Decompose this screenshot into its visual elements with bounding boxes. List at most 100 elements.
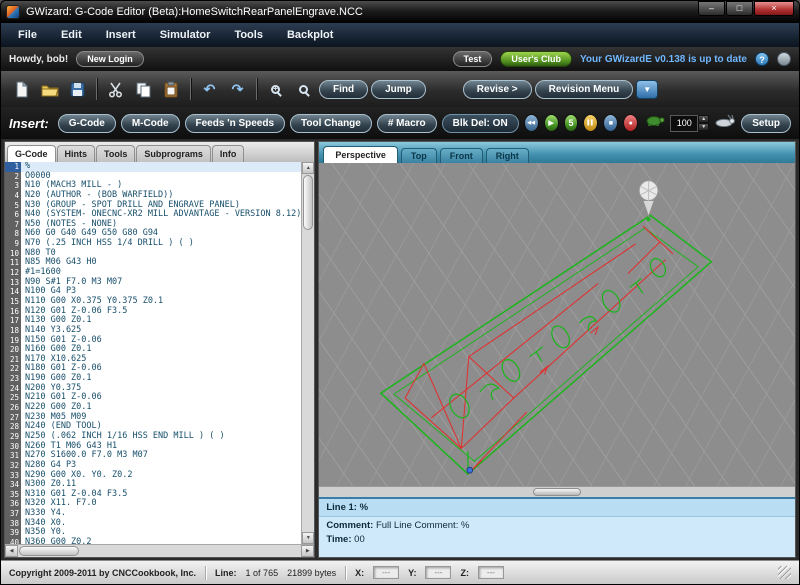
insert-gcode-button[interactable]: G-Code [58, 114, 116, 133]
line-number: 25 [5, 393, 21, 403]
tab-hints[interactable]: Hints [57, 145, 96, 162]
open-file-icon[interactable] [37, 77, 62, 102]
line-count-label: Line: [215, 568, 237, 578]
tab-tools[interactable]: Tools [96, 145, 135, 162]
speed-up-button[interactable]: ▲ [698, 115, 709, 123]
help-icon[interactable]: ? [755, 52, 769, 66]
pause-button[interactable]: ▌▌ [583, 114, 598, 132]
scroll-up-button[interactable]: ▲ [302, 162, 314, 174]
rewind-button[interactable]: ◀◀ [524, 114, 539, 132]
time-label: Time: [326, 534, 351, 545]
revise-button[interactable]: Revise > [463, 80, 532, 99]
zoom-out-icon[interactable] [291, 77, 316, 102]
menu-item-backplot[interactable]: Backplot [276, 26, 344, 44]
test-button[interactable]: Test [453, 51, 493, 67]
toolbar-divider [96, 78, 97, 100]
new-file-icon[interactable] [9, 77, 34, 102]
paste-icon[interactable] [159, 77, 184, 102]
play-button[interactable]: ▶ [544, 114, 559, 132]
block-delete-toggle[interactable]: Blk Del: ON [442, 114, 519, 133]
resize-grip[interactable] [778, 566, 791, 579]
line-number: 36 [5, 499, 21, 509]
line-number: 22 [5, 364, 21, 374]
insert-feeds-speeds-button[interactable]: Feeds 'n Speeds [185, 114, 286, 133]
zoom-in-icon[interactable]: + [263, 77, 288, 102]
comment-label: Comment: [326, 520, 373, 531]
record-button[interactable]: ● [623, 114, 638, 132]
speed-spinner[interactable]: 100 ▲ ▼ [670, 115, 709, 132]
line-number: 21 [5, 355, 21, 365]
code-rows[interactable]: 1%2O00003N10 (MACH3 MILL - )4N20 (AUTHOR… [5, 162, 301, 544]
backplot-view[interactable] [319, 163, 795, 486]
line-number: 32 [5, 461, 21, 471]
line-number: 39 [5, 528, 21, 538]
line-number: 15 [5, 297, 21, 307]
menu-item-insert[interactable]: Insert [95, 26, 147, 44]
copy-icon[interactable] [131, 77, 156, 102]
line-number: 1 [5, 162, 21, 172]
code-text[interactable]: N85 M06 G43 H0 [21, 258, 301, 268]
z-coord-value: --- [478, 566, 504, 579]
menu-item-file[interactable]: File [7, 26, 48, 44]
undo-icon[interactable]: ↶ [197, 77, 222, 102]
insert-label: Insert: [9, 116, 49, 131]
line-number: 18 [5, 326, 21, 336]
editor-vertical-scrollbar[interactable]: ▲ ▼ [301, 162, 314, 544]
redo-icon[interactable]: ↷ [225, 77, 250, 102]
tab-perspective[interactable]: Perspective [323, 146, 398, 163]
tab-info[interactable]: Info [212, 145, 245, 162]
editor-tab-bar: G-Code Hints Tools Subprograms Info [5, 142, 314, 162]
line-number: 26 [5, 403, 21, 413]
scroll-right-button[interactable]: ▶ [301, 545, 314, 557]
x-coord-value: --- [373, 566, 399, 579]
stop-button[interactable]: ■ [603, 114, 618, 132]
insert-tool-change-button[interactable]: Tool Change [290, 114, 372, 133]
scrollbar-thumb[interactable] [19, 546, 79, 556]
find-button[interactable]: Find [319, 80, 368, 99]
copyright-text: Copyright 2009-2011 by CNCCookbook, Inc. [9, 568, 196, 578]
minimize-button[interactable]: – [698, 1, 725, 16]
scrollbar-thumb[interactable] [533, 488, 581, 496]
line-number: 38 [5, 519, 21, 529]
menu-item-tools[interactable]: Tools [223, 26, 274, 44]
new-login-button[interactable]: New Login [76, 51, 144, 67]
step-button[interactable]: 5 [564, 114, 579, 132]
revision-dropdown-button[interactable]: ▼ [636, 80, 658, 99]
scroll-left-button[interactable]: ◀ [5, 545, 18, 557]
speed-value[interactable]: 100 [670, 115, 698, 132]
time-value: 00 [354, 534, 365, 545]
info-icon[interactable] [777, 52, 791, 66]
line-number: 23 [5, 374, 21, 384]
jump-button[interactable]: Jump [371, 80, 426, 99]
view-horizontal-scrollbar[interactable] [319, 486, 795, 497]
scrollbar-thumb[interactable] [303, 175, 313, 230]
editor-horizontal-scrollbar[interactable]: ◀ ▶ [5, 544, 314, 557]
title-bar[interactable]: GWizard: G-Code Editor (Beta):HomeSwitch… [1, 1, 799, 23]
save-file-icon[interactable] [65, 77, 90, 102]
x-coord-label: X: [355, 568, 364, 578]
close-button[interactable]: × [754, 1, 794, 16]
toolbar-divider [256, 78, 257, 100]
turtle-icon [643, 114, 665, 132]
code-text[interactable]: % [21, 162, 301, 172]
tab-subprograms[interactable]: Subprograms [136, 145, 211, 162]
cut-icon[interactable] [103, 77, 128, 102]
menu-item-edit[interactable]: Edit [50, 26, 93, 44]
tab-right[interactable]: Right [486, 148, 529, 163]
tab-front[interactable]: Front [440, 148, 483, 163]
users-club-button[interactable]: User's Club [500, 51, 572, 67]
comment-value: Full Line Comment: % [376, 520, 469, 531]
menu-item-simulator[interactable]: Simulator [149, 26, 222, 44]
setup-button[interactable]: Setup [741, 114, 791, 133]
tab-top[interactable]: Top [401, 148, 437, 163]
insert-mcode-button[interactable]: M-Code [121, 114, 180, 133]
scroll-down-button[interactable]: ▼ [302, 532, 314, 544]
tab-gcode[interactable]: G-Code [7, 145, 56, 162]
maximize-button[interactable]: □ [726, 1, 753, 16]
insert-macro-button[interactable]: # Macro [377, 114, 437, 133]
code-text[interactable]: N70 (.25 INCH HSS 1/4 DRILL ) ( ) [21, 239, 301, 249]
revision-menu-button[interactable]: Revision Menu [535, 80, 634, 99]
speed-down-button[interactable]: ▼ [698, 123, 709, 131]
backplot-panel: Perspective Top Front Right [318, 141, 796, 558]
line-number: 30 [5, 442, 21, 452]
